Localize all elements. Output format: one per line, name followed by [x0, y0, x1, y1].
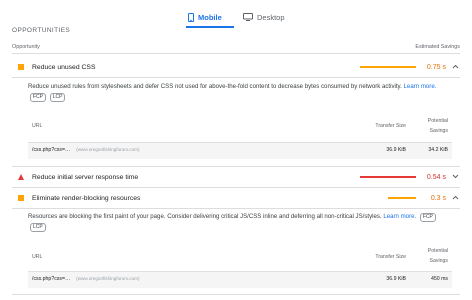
savings-bar: [388, 197, 416, 199]
audit-savings-value: 0.75 s: [426, 63, 446, 71]
monitor-icon: [243, 13, 253, 21]
average-severity-icon: [18, 195, 24, 201]
audit-reduce-unused-css[interactable]: Reduce unused CSS 0.75 s: [12, 56, 460, 78]
metric-tag-fcp: FCP: [419, 213, 436, 222]
metric-tag-lcp: LCP: [30, 223, 46, 232]
audit-savings-value: 0.54 s: [426, 173, 446, 181]
resource-table: URL Transfer Size Potential Savings /css…: [28, 113, 452, 159]
column-estimated-savings: Estimated Savings: [415, 44, 460, 50]
chevron-up-icon[interactable]: [450, 64, 460, 71]
tab-mobile-label: Mobile: [198, 12, 222, 22]
table-row[interactable]: /css.php?css=… (www.oregonfishingforum.co…: [28, 272, 452, 288]
tab-desktop-label: Desktop: [257, 12, 285, 22]
section-title: OPPORTUNITIES: [12, 27, 71, 34]
chevron-down-icon[interactable]: [450, 174, 460, 181]
savings-bar: [360, 66, 416, 68]
metric-tag-fcp: FCP: [30, 93, 46, 102]
resource-potential-savings: 34.2 KiB: [428, 147, 448, 153]
divider: [12, 77, 460, 78]
device-tabs: Mobile Desktop: [0, 0, 472, 30]
savings-bar: [360, 176, 416, 178]
header-url: URL: [32, 254, 43, 260]
fail-severity-icon: [18, 174, 24, 180]
divider: [12, 208, 460, 209]
audit-title: Eliminate render-blocking resources: [32, 194, 141, 202]
audit-description: Resources are blocking the first paint o…: [28, 212, 452, 232]
resource-host: (www.oregonfishingforum.com): [76, 276, 140, 281]
resource-url[interactable]: /css.php?css=… (www.oregonfishingforum.co…: [32, 276, 140, 282]
resource-transfer-size: 36.9 KiB: [386, 147, 406, 153]
smartphone-icon: [188, 12, 194, 22]
divider: [12, 53, 460, 54]
resource-url[interactable]: /css.php?css=… (www.oregonfishingforum.co…: [32, 147, 140, 153]
header-potential: Potential: [427, 118, 448, 124]
learn-more-link[interactable]: Learn: [383, 213, 399, 220]
active-tab-indicator: [186, 26, 234, 28]
resource-table: URL Transfer Size Potential Savings /css…: [28, 242, 452, 288]
audit-eliminate-render-blocking[interactable]: Eliminate render-blocking resources 0.3 …: [12, 187, 460, 209]
resource-potential-savings: 450 ms: [430, 276, 448, 282]
header-potential: Potential: [427, 248, 448, 254]
resource-host: (www.oregonfishingforum.com): [76, 147, 140, 152]
chevron-up-icon[interactable]: [450, 195, 460, 202]
audit-title: Reduce initial server response time: [32, 173, 139, 181]
tab-mobile[interactable]: Mobile: [188, 6, 222, 28]
metric-tag-lcp: LCP: [49, 93, 66, 102]
header-transfer-size: Transfer Size: [375, 254, 406, 260]
header-transfer-size: Transfer Size: [375, 123, 406, 129]
divider: [12, 294, 460, 295]
audit-savings-value: 0.3 s: [430, 194, 446, 202]
tab-desktop[interactable]: Desktop: [243, 6, 285, 28]
average-severity-icon: [18, 64, 24, 70]
table-header-row: URL Transfer Size Potential Savings: [28, 113, 452, 143]
audit-description: Reduce unused rules from stylesheets and…: [28, 83, 437, 102]
table-header-row: URL Transfer Size Potential Savings: [28, 242, 452, 272]
header-url: URL: [32, 123, 43, 129]
learn-more-link[interactable]: Learn more.: [404, 83, 437, 90]
resource-transfer-size: 36.9 KiB: [386, 276, 406, 282]
header-savings: Savings: [429, 258, 448, 264]
column-opportunity: Opportunity: [12, 44, 40, 50]
audit-title: Reduce unused CSS: [32, 63, 96, 71]
header-savings: Savings: [429, 128, 448, 134]
learn-more-link-cont[interactable]: more.: [401, 213, 417, 220]
table-row[interactable]: /css.php?css=… (www.oregonfishingforum.co…: [28, 143, 452, 159]
column-headers: Opportunity Estimated Savings: [12, 44, 460, 50]
audit-reduce-server-response-time[interactable]: Reduce initial server response time 0.54…: [12, 166, 460, 188]
